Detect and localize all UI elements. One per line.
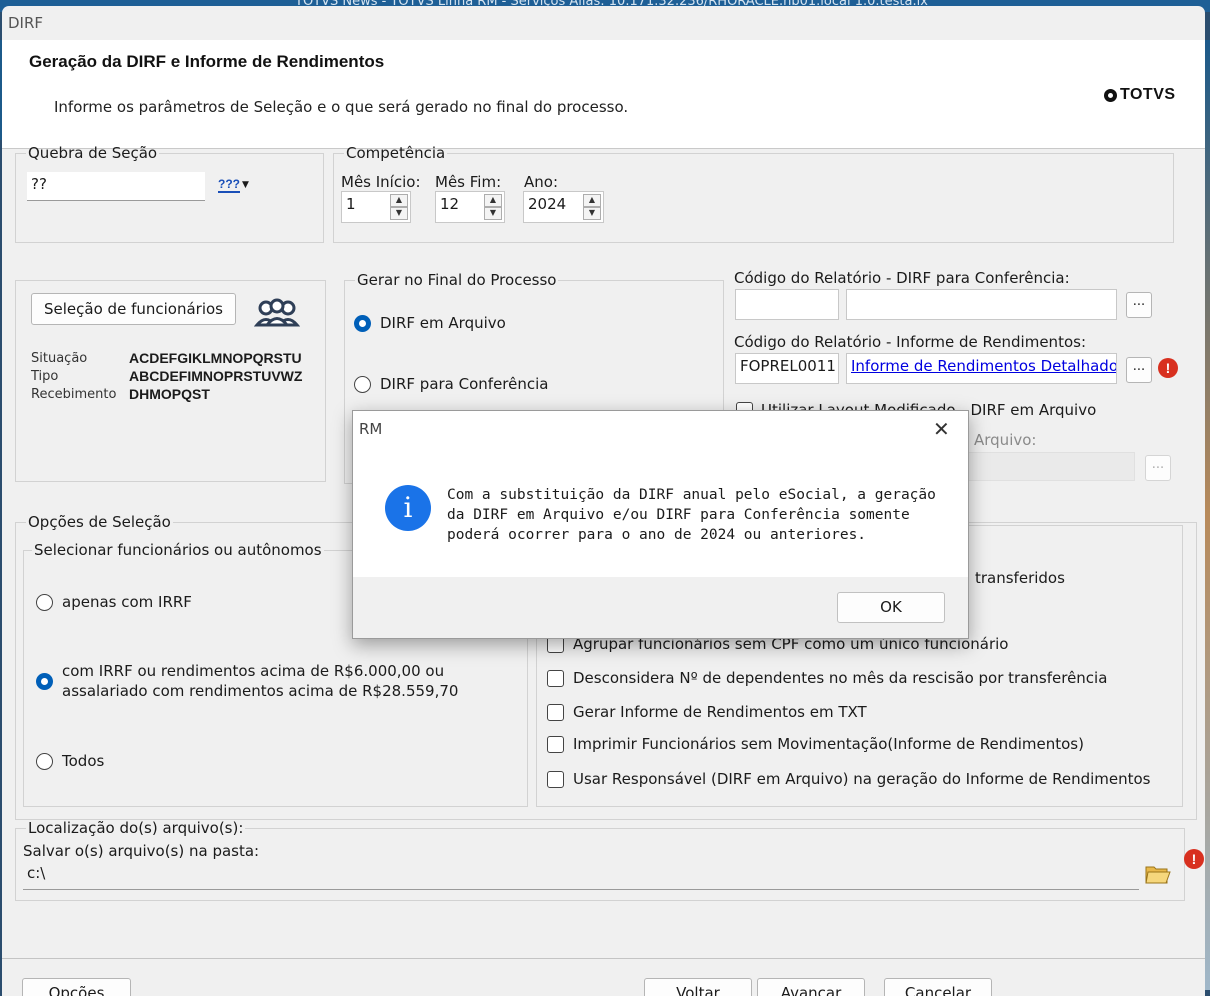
informe-name-link[interactable]: Informe de Rendimentos Detalhado xyxy=(851,357,1116,375)
salvar-pasta-label: Salvar o(s) arquivo(s) na pasta: xyxy=(23,842,260,860)
opcoes-button[interactable]: Opções xyxy=(22,978,131,996)
sem-movimentacao-checkbox[interactable] xyxy=(547,736,564,753)
situacao-label: Situação xyxy=(31,351,88,366)
radio-dirf-arquivo[interactable] xyxy=(354,315,371,332)
irrf-rendimentos-label[interactable]: com IRRF ou rendimentos acima de R$6.000… xyxy=(62,662,444,680)
radio-todos[interactable] xyxy=(36,753,53,770)
filter-icon: ??? xyxy=(218,177,240,193)
info-icon: i xyxy=(385,485,431,531)
apenas-irrf-label[interactable]: apenas com IRRF xyxy=(62,593,192,611)
localizacao-legend: Localização do(s) arquivo(s): xyxy=(28,819,244,837)
dirf-conferencia-label[interactable]: DIRF para Conferência xyxy=(380,375,548,393)
ok-button[interactable]: OK xyxy=(837,592,945,623)
mes-inicio-spin[interactable]: ▲ ▼ xyxy=(390,194,408,220)
mes-inicio-stepper[interactable]: 1 ▲ ▼ xyxy=(341,191,411,223)
layout-arquivo-input xyxy=(952,452,1135,481)
quebra-secao-legend: Quebra de Seção xyxy=(28,144,158,162)
quebra-secao-input[interactable]: ?? xyxy=(27,172,205,201)
selecionar-legend: Selecionar funcionários ou autônomos xyxy=(34,541,322,559)
page-subtitle: Informe os parâmetros de Seleção e o que… xyxy=(54,98,629,116)
pasta-error-icon: ! xyxy=(1184,849,1204,869)
dirf-arquivo-label[interactable]: DIRF em Arquivo xyxy=(380,314,506,332)
mes-fim-spin[interactable]: ▲ ▼ xyxy=(484,194,502,220)
spin-down-icon[interactable]: ▼ xyxy=(484,207,502,220)
radio-apenas-irrf[interactable] xyxy=(36,594,53,611)
informe-name-field: Informe de Rendimentos Detalhado xyxy=(846,353,1117,384)
window-title: DIRF xyxy=(8,14,44,32)
usar-responsavel-checkbox[interactable] xyxy=(547,771,564,788)
competencia-legend: Competência xyxy=(346,144,446,162)
sem-movimentacao-label[interactable]: Imprimir Funcionários sem Movimentação(I… xyxy=(573,735,1084,753)
informe-code-input[interactable]: FOPREL0011 xyxy=(735,353,839,384)
selecao-funcionarios-button[interactable]: Seleção de funcionários xyxy=(31,293,236,325)
irrf-rendimentos-label-line2[interactable]: assalariado com rendimentos acima de R$2… xyxy=(62,682,458,700)
mes-fim-label: Mês Fim: xyxy=(435,173,502,191)
radio-dirf-conferencia[interactable] xyxy=(354,376,371,393)
mes-inicio-value: 1 xyxy=(346,195,356,213)
folder-open-icon[interactable] xyxy=(1145,863,1171,889)
tipo-value: ABCDEFIMNOPRSTUVWZ xyxy=(129,368,303,384)
ano-label: Ano: xyxy=(524,173,558,191)
layout-arquivo-label: Arquivo: xyxy=(974,431,1037,449)
ano-stepper[interactable]: 2024 ▲ ▼ xyxy=(523,191,604,223)
wizard-header: Geração da DIRF e Informe de Rendimentos… xyxy=(2,40,1205,149)
tipo-label: Tipo xyxy=(31,369,59,384)
spin-up-icon[interactable]: ▲ xyxy=(583,194,601,207)
gerar-final-legend: Gerar no Final do Processo xyxy=(357,271,557,289)
informe-txt-checkbox[interactable] xyxy=(547,704,564,721)
dialog-title: RM xyxy=(359,420,383,438)
usar-responsavel-label[interactable]: Usar Responsável (DIRF em Arquivo) na ge… xyxy=(573,770,1151,788)
cancelar-button[interactable]: Cancelar xyxy=(884,978,992,996)
todos-label[interactable]: Todos xyxy=(62,752,104,770)
filter-dropdown-button[interactable]: ??? ▼ xyxy=(218,177,249,193)
footer-separator xyxy=(2,958,1205,959)
desconsidera-dependentes-checkbox[interactable] xyxy=(547,670,564,687)
voltar-button[interactable]: Voltar xyxy=(644,978,752,996)
mes-inicio-label: Mês Início: xyxy=(341,173,421,191)
informe-error-icon: ! xyxy=(1158,358,1178,378)
close-icon[interactable]: ✕ xyxy=(933,417,950,441)
transferidos-label: transferidos xyxy=(975,569,1065,587)
recebimento-label: Recebimento xyxy=(31,387,117,402)
spin-up-icon[interactable]: ▲ xyxy=(484,194,502,207)
informe-browse-button[interactable]: ... xyxy=(1126,357,1152,383)
mes-fim-stepper[interactable]: 12 ▲ ▼ xyxy=(435,191,505,223)
informe-txt-label[interactable]: Gerar Informe de Rendimentos em TXT xyxy=(573,703,867,721)
spin-down-icon[interactable]: ▼ xyxy=(583,207,601,220)
totvs-ring-icon xyxy=(1104,88,1117,102)
recebimento-value: DHMOPQST xyxy=(129,386,210,402)
avancar-button[interactable]: Avançar xyxy=(757,978,865,996)
chevron-down-icon: ▼ xyxy=(242,180,249,190)
radio-irrf-rendimentos[interactable] xyxy=(36,673,53,690)
conferencia-code-input[interactable] xyxy=(735,289,839,320)
ano-value: 2024 xyxy=(528,195,567,213)
opcoes-selecao-legend: Opções de Seleção xyxy=(28,513,171,531)
spin-up-icon[interactable]: ▲ xyxy=(390,194,408,207)
rm-message-dialog: RM ✕ i Com a substituição da DIRF anual … xyxy=(352,410,969,639)
mes-fim-value: 12 xyxy=(440,195,460,213)
situacao-value: ACDEFGIKLMNOPQRSTU xyxy=(129,350,302,366)
desconsidera-dependentes-label[interactable]: Desconsidera Nº de dependentes no mês da… xyxy=(573,669,1107,687)
ano-spin[interactable]: ▲ ▼ xyxy=(583,194,601,220)
background-desktop-edge xyxy=(1205,40,1210,990)
page-title: Geração da DIRF e Informe de Rendimentos xyxy=(29,52,385,71)
spin-down-icon[interactable]: ▼ xyxy=(390,207,408,220)
informe-code-label: Código do Relatório - Informe de Rendime… xyxy=(734,333,1086,351)
logo-text: TOTVS xyxy=(1120,86,1176,103)
people-group-icon[interactable] xyxy=(253,297,301,333)
pasta-path-input[interactable]: c:\ xyxy=(23,861,1139,890)
conferencia-name-field xyxy=(846,289,1117,320)
totvs-logo: TOTVS xyxy=(1104,86,1176,104)
conferencia-code-label: Código do Relatório - DIRF para Conferên… xyxy=(734,269,1070,287)
dialog-message: Com a substituição da DIRF anual pelo eS… xyxy=(447,487,936,543)
conferencia-browse-button[interactable]: ... xyxy=(1126,292,1152,318)
layout-browse-button[interactable]: ... xyxy=(1145,455,1171,481)
